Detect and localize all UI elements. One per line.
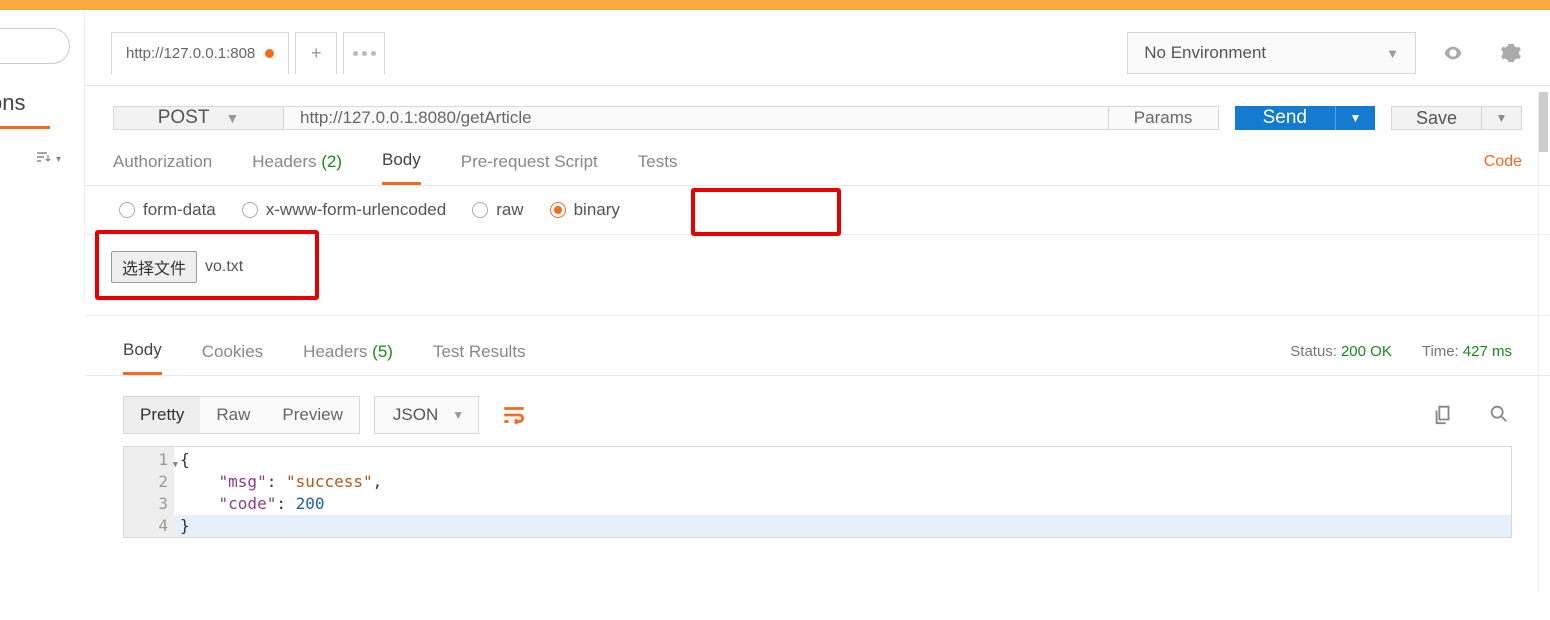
radio-urlencoded[interactable]: x-www-form-urlencoded [242, 200, 446, 220]
search-pill[interactable] [0, 28, 70, 64]
radio-icon [550, 202, 566, 218]
scrollbar[interactable] [1538, 92, 1548, 592]
view-pretty-button[interactable]: Pretty [124, 397, 200, 433]
chevron-down-icon: ▼ [452, 408, 464, 422]
more-icon [353, 51, 376, 56]
view-preview-button[interactable]: Preview [266, 397, 358, 433]
response-tabs: Body Cookies Headers (5) Test Results St… [85, 316, 1550, 376]
url-value: http://127.0.0.1:8080/getArticle [300, 108, 532, 128]
tab-headers[interactable]: Headers (2) [252, 152, 342, 184]
url-input[interactable]: http://127.0.0.1:8080/getArticle [283, 106, 1109, 130]
send-dropdown-button[interactable]: ▼ [1335, 106, 1375, 130]
tabs-more-button[interactable] [343, 32, 385, 74]
copy-icon [1432, 403, 1454, 425]
view-raw-button[interactable]: Raw [200, 397, 266, 433]
send-button[interactable]: Send [1235, 106, 1335, 130]
binary-file-row: 选择文件 vo.txt [85, 235, 1550, 316]
resp-tab-body[interactable]: Body [123, 340, 162, 375]
radio-form-data[interactable]: form-data [119, 200, 216, 220]
top-accent-bar [0, 0, 1550, 10]
radio-binary[interactable]: binary [550, 200, 620, 220]
sidebar-fragment: ons ▾ [0, 10, 85, 300]
plus-icon: + [311, 43, 322, 64]
annotation-highlight [691, 188, 841, 236]
sidebar-tab-collections-fragment[interactable]: ons [0, 90, 25, 116]
tab-prerequest[interactable]: Pre-request Script [461, 152, 598, 184]
tab-authorization[interactable]: Authorization [113, 152, 212, 184]
params-label: Params [1134, 108, 1193, 128]
radio-raw[interactable]: raw [472, 200, 523, 220]
sort-icon [36, 150, 52, 169]
tab-label: http://127.0.0.1:808 [126, 45, 255, 62]
resp-tab-test-results[interactable]: Test Results [433, 342, 526, 374]
eye-icon [1442, 42, 1464, 64]
params-button[interactable]: Params [1109, 106, 1219, 130]
resp-tab-cookies[interactable]: Cookies [202, 342, 263, 374]
save-button[interactable]: Save [1391, 106, 1482, 130]
response-toolbar: Pretty Raw Preview JSON ▼ [85, 376, 1550, 446]
tab-body[interactable]: Body [382, 150, 421, 185]
request-line: POST ▼ http://127.0.0.1:8080/getArticle … [85, 86, 1550, 142]
settings-button[interactable] [1490, 32, 1532, 74]
sort-button[interactable]: ▾ [36, 150, 61, 169]
environment-select[interactable]: No Environment ▼ [1127, 32, 1416, 74]
chosen-file-name: vo.txt [205, 258, 243, 276]
method-select[interactable]: POST ▼ [113, 106, 283, 130]
chevron-down-icon: ▼ [1386, 46, 1399, 61]
search-response-button[interactable] [1488, 403, 1512, 427]
save-dropdown-button[interactable]: ▼ [1482, 106, 1522, 130]
resp-tab-headers[interactable]: Headers (5) [303, 342, 393, 374]
body-type-row: form-data x-www-form-urlencoded raw bina… [85, 186, 1550, 235]
request-tabs-row: http://127.0.0.1:808 + No Environment ▼ [85, 10, 1550, 86]
choose-file-button[interactable]: 选择文件 [111, 251, 197, 283]
wrap-toggle-button[interactable] [493, 394, 535, 436]
radio-icon [242, 202, 258, 218]
copy-button[interactable] [1432, 403, 1456, 427]
view-mode-group: Pretty Raw Preview [123, 396, 360, 434]
format-select[interactable]: JSON ▼ [374, 396, 479, 434]
environment-label: No Environment [1144, 43, 1266, 63]
chevron-down-icon: ▼ [1496, 111, 1508, 125]
radio-icon [119, 202, 135, 218]
response-status: Status:200 OK Time:427 ms [1290, 343, 1512, 372]
request-tab[interactable]: http://127.0.0.1:808 [111, 32, 289, 74]
search-icon [1488, 403, 1510, 425]
radio-icon [472, 202, 488, 218]
env-quicklook-button[interactable] [1432, 32, 1474, 74]
tab-tests[interactable]: Tests [638, 152, 678, 184]
new-tab-button[interactable]: + [295, 32, 337, 74]
method-value: POST [158, 107, 210, 129]
wrap-icon [501, 402, 527, 428]
chevron-down-icon: ▼ [1350, 111, 1362, 125]
code-link[interactable]: Code [1484, 153, 1522, 183]
chevron-down-icon: ▾ [56, 154, 61, 165]
request-subtabs: Authorization Headers (2) Body Pre-reque… [85, 142, 1550, 186]
line-gutter: 1▼234 [124, 447, 174, 537]
chevron-down-icon: ▼ [225, 110, 239, 126]
code-lines: { "msg": "success", "code": 200} [174, 447, 1511, 537]
unsaved-dot-icon [265, 49, 274, 58]
response-body-editor[interactable]: 1▼234 { "msg": "success", "code": 200} [123, 446, 1512, 538]
sidebar-tab-underline [0, 126, 50, 129]
gear-icon [1500, 42, 1522, 64]
